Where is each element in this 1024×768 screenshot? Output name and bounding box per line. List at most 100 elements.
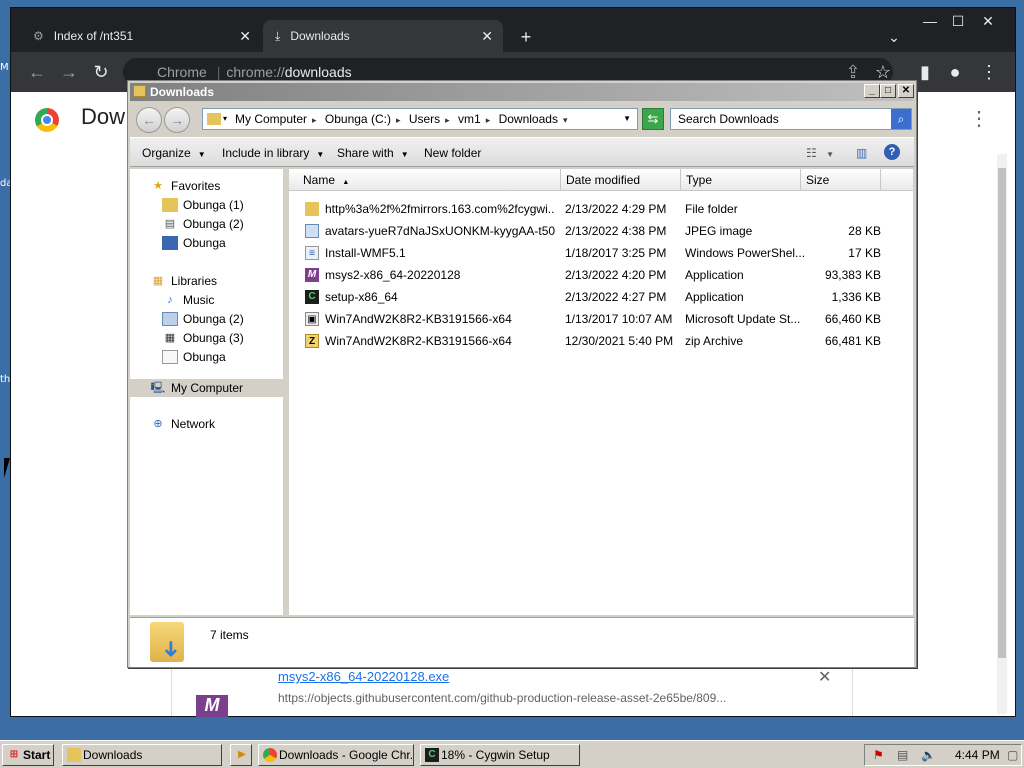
breadcrumb-item[interactable]: Downloads bbox=[499, 112, 558, 126]
maximize-button[interactable]: ☐ bbox=[943, 10, 973, 32]
download-filename-link[interactable]: msys2-x86_64-20220128.exe bbox=[278, 669, 449, 684]
back-arrow-icon[interactable]: ← bbox=[25, 60, 49, 84]
search-input[interactable]: Search Downloads ⌕ bbox=[670, 108, 912, 130]
close-window-button[interactable]: ✕ bbox=[973, 10, 1003, 32]
image-icon bbox=[305, 224, 319, 238]
explorer-title-bar[interactable]: Downloads _ □ ✕ bbox=[130, 83, 914, 101]
history-chevron-down-icon[interactable]: ▼ bbox=[623, 109, 631, 129]
include-in-library-button[interactable]: Include in library ▼ bbox=[222, 146, 324, 160]
tab-downloads[interactable]: ⤓ Downloads ✕ bbox=[263, 20, 503, 52]
forward-arrow-icon[interactable]: → bbox=[164, 107, 190, 133]
nav-item[interactable]: Obunga bbox=[162, 350, 226, 364]
reload-icon[interactable]: ↻ bbox=[89, 60, 113, 84]
share-with-button[interactable]: Share with ▼ bbox=[337, 146, 409, 160]
file-row[interactable]: ≡ Install-WMF5.1 1/18/2017 3:25 PM Windo… bbox=[305, 243, 913, 263]
navigation-pane: ★ Favorites Obunga (1) ▤ Obunga (2) Obunga… bbox=[130, 169, 286, 615]
desktop-icon-label: M bbox=[0, 62, 9, 73]
tab-label: Downloads bbox=[290, 29, 350, 43]
file-row[interactable]: C setup-x86_64 2/13/2022 4:27 PM Applica… bbox=[305, 287, 913, 307]
chevron-down-icon: ▾ bbox=[223, 114, 228, 123]
file-row[interactable]: Z Win7AndW2K8R2-KB3191566-x64 12/30/2021… bbox=[305, 331, 913, 351]
file-row[interactable]: ▣ Win7AndW2K8R2-KB3191566-x64 1/13/2017 … bbox=[305, 309, 913, 329]
nav-item[interactable]: ▤ Obunga (2) bbox=[162, 217, 244, 231]
help-icon[interactable]: ? bbox=[884, 144, 900, 160]
column-size[interactable]: Size bbox=[801, 169, 881, 191]
cygwin-icon: C bbox=[305, 290, 319, 304]
quick-launch-media-icon[interactable]: ▶ bbox=[230, 744, 252, 766]
column-type[interactable]: Type bbox=[681, 169, 801, 191]
music-note-icon: ♪ bbox=[167, 294, 173, 306]
nav-libraries[interactable]: ▦ Libraries bbox=[150, 274, 217, 288]
action-center-icon[interactable]: ⚑ bbox=[873, 745, 884, 765]
breadcrumb-item[interactable]: My Computer bbox=[235, 112, 307, 126]
network-tray-icon[interactable]: ▤ bbox=[897, 745, 908, 765]
search-icon[interactable]: ⌕ bbox=[891, 109, 911, 129]
chrome-logo-icon bbox=[35, 108, 59, 132]
url-scheme: chrome:// bbox=[226, 64, 285, 80]
nav-item[interactable]: Obunga (1) bbox=[162, 198, 244, 212]
command-bar: Organize ▼ Include in library ▼ Share with… bbox=[130, 137, 914, 167]
profile-avatar-icon[interactable]: ● bbox=[943, 60, 967, 84]
menu-kebab-icon[interactable]: ⋮ bbox=[977, 60, 1001, 84]
folder-icon bbox=[67, 748, 81, 762]
new-folder-button[interactable]: New folder bbox=[424, 146, 481, 160]
system-tray: ⚑ ▤ 🔈 4:44 PM ▢ bbox=[864, 744, 1022, 766]
close-tab-icon[interactable]: ✕ bbox=[481, 28, 493, 45]
explorer-window: Downloads _ □ ✕ ← → ▾ My Computer ▸ Obung… bbox=[127, 80, 917, 668]
close-button[interactable]: ✕ bbox=[898, 84, 914, 98]
minimize-button[interactable]: — bbox=[915, 10, 945, 32]
breadcrumb-item[interactable]: Obunga (C:) bbox=[325, 112, 391, 126]
nav-favorites[interactable]: ★ Favorites bbox=[150, 179, 220, 193]
download-icon: ⤓ bbox=[275, 28, 281, 43]
star-icon: ★ bbox=[153, 180, 163, 192]
preview-pane-icon[interactable]: ▥ bbox=[856, 146, 867, 160]
nav-my-computer[interactable]: 🖳 My Computer bbox=[130, 379, 286, 397]
tab-search-chevron-down-icon[interactable]: ⌄ bbox=[879, 26, 909, 48]
clock[interactable]: 4:44 PM bbox=[955, 745, 1000, 765]
breadcrumb-item[interactable]: vm1 bbox=[458, 112, 481, 126]
update-icon: ▣ bbox=[305, 312, 319, 326]
nav-item[interactable]: ♪ Music bbox=[162, 293, 214, 307]
library-icon: ▦ bbox=[152, 275, 164, 287]
nav-item[interactable]: Obunga (2) bbox=[162, 312, 244, 326]
file-row[interactable]: avatars-yueR7dNaJSxUONKM-kyygAA-t500... … bbox=[305, 221, 913, 241]
tab-index-nt351[interactable]: ⚙ Index of /nt351 ✕ bbox=[21, 20, 261, 52]
downloads-folder-icon bbox=[150, 622, 184, 662]
nav-item[interactable]: ▦ Obunga (3) bbox=[162, 331, 244, 345]
minimize-button[interactable]: _ bbox=[864, 84, 880, 98]
start-button[interactable]: ⊞ Start bbox=[2, 744, 54, 766]
organize-button[interactable]: Organize ▼ bbox=[142, 146, 206, 160]
nav-item[interactable]: Obunga bbox=[162, 236, 226, 250]
windows-logo-icon: ⊞ bbox=[9, 749, 19, 760]
page-scrollbar[interactable] bbox=[997, 154, 1007, 714]
maximize-button[interactable]: □ bbox=[880, 84, 896, 98]
url-host: downloads bbox=[284, 64, 352, 80]
taskbar-item-cygwin[interactable]: C 18% - Cygwin Setup bbox=[420, 744, 580, 766]
breadcrumb[interactable]: ▾ My Computer ▸ Obunga (C:) ▸ Users ▸ vm1 ▸ … bbox=[202, 108, 638, 130]
nav-network[interactable]: ⊕ Network bbox=[150, 417, 215, 431]
folder-icon bbox=[207, 113, 221, 125]
video-icon: ▦ bbox=[164, 332, 176, 344]
column-date-modified[interactable]: Date modified bbox=[561, 169, 681, 191]
new-tab-button[interactable]: + bbox=[511, 26, 541, 48]
taskbar-item-chrome[interactable]: Downloads - Google Chr... bbox=[258, 744, 414, 766]
zip-icon: Z bbox=[305, 334, 319, 348]
more-actions-icon[interactable]: ⋮ bbox=[969, 106, 989, 131]
column-name[interactable]: Name ▲ bbox=[289, 169, 561, 191]
forward-arrow-icon[interactable]: → bbox=[57, 60, 81, 84]
show-desktop-icon[interactable]: ▢ bbox=[1007, 745, 1018, 765]
file-row[interactable]: http%3a%2f%2fmirrors.163.com%2fcygwi... … bbox=[305, 199, 913, 219]
back-arrow-icon[interactable]: ← bbox=[136, 107, 162, 133]
refresh-icon[interactable]: ⇆ bbox=[642, 108, 664, 130]
window-title: Downloads bbox=[150, 85, 215, 99]
file-row[interactable]: M msys2-x86_64-20220128 2/13/2022 4:20 P… bbox=[305, 265, 913, 285]
media-player-icon: ▶ bbox=[238, 749, 246, 760]
breadcrumb-item[interactable]: Users bbox=[409, 112, 440, 126]
taskbar-item-downloads[interactable]: Downloads bbox=[62, 744, 222, 766]
volume-icon[interactable]: 🔈 bbox=[921, 745, 936, 765]
remove-download-icon[interactable]: ✕ bbox=[818, 667, 831, 687]
msys-icon: M bbox=[305, 268, 319, 282]
view-options-icon[interactable]: ☷ ▼ bbox=[806, 146, 834, 160]
pictures-icon bbox=[162, 312, 178, 326]
close-tab-icon[interactable]: ✕ bbox=[239, 28, 251, 45]
